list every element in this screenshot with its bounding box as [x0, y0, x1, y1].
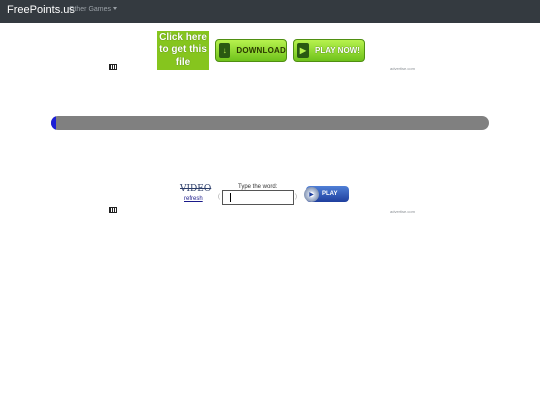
click-here-ad[interactable]: Click here to get this file — [157, 31, 209, 70]
play-now-button[interactable]: ▶ PLAY NOW! — [293, 39, 365, 62]
other-games-dropdown[interactable]: Other Games — [69, 6, 118, 13]
paren-left: ( — [218, 194, 220, 200]
dropdown-label: Other Games — [69, 6, 112, 13]
disc-icon: ▶ — [304, 186, 319, 202]
download-button[interactable]: ↓ DOWNLOAD — [215, 39, 287, 62]
text-cursor — [230, 193, 231, 202]
ad-link-top[interactable]: advertise.com — [390, 66, 415, 71]
captcha-word: VIDEO — [180, 184, 212, 194]
progress-fill — [51, 116, 57, 130]
click-here-text: Click here to get this file — [159, 31, 207, 68]
progress-bar — [51, 116, 489, 130]
download-arrow-icon: ↓ — [219, 43, 231, 58]
flag-icon[interactable] — [109, 64, 117, 70]
play-arrow-icon: ▶ — [297, 43, 309, 58]
top-navbar: FreePoints.us Other Games — [0, 0, 540, 23]
brand-link[interactable]: FreePoints.us — [7, 4, 75, 16]
play-button[interactable]: ▶ PLAY — [304, 186, 349, 202]
captcha-input[interactable] — [222, 190, 294, 205]
play-now-label: PLAY NOW! — [315, 46, 360, 55]
refresh-link[interactable]: refresh — [184, 196, 203, 202]
download-label: DOWNLOAD — [236, 46, 286, 55]
caret-down-icon — [113, 7, 118, 10]
paren-right: ) — [295, 194, 297, 200]
ad-link-bottom[interactable]: advertise.com — [390, 209, 415, 214]
play-button-label: PLAY — [322, 191, 338, 197]
flag-icon[interactable] — [109, 207, 117, 213]
